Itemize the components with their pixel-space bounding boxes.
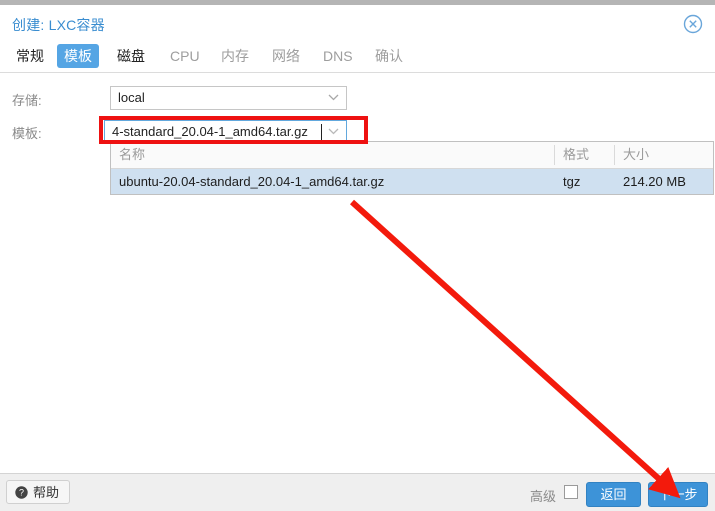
tab-general[interactable]: 常规 — [9, 44, 51, 68]
template-label: 模板: — [12, 126, 42, 141]
template-value: 4-standard_20.04-1_amd64.tar.gz — [112, 124, 308, 139]
tab-network[interactable]: 网络 — [265, 44, 307, 68]
chevron-down-icon[interactable] — [325, 121, 341, 143]
column-header-name[interactable]: 名称 — [111, 142, 554, 168]
dialog-title: 创建: LXC容器 — [12, 17, 105, 33]
tab-disk[interactable]: 磁盘 — [110, 44, 152, 68]
help-button-label: 帮助 — [33, 485, 60, 500]
storage-value: local — [118, 90, 145, 105]
advanced-checkbox[interactable] — [564, 485, 578, 499]
dropdown-row-template[interactable]: ubuntu-20.04-standard_20.04-1_amd64.tar.… — [111, 169, 713, 194]
tab-template[interactable]: 模板 — [57, 44, 99, 68]
dialog-body: 存储: local 模板: 4-standard_20.04-1_amd64.t… — [0, 73, 715, 473]
next-button[interactable]: 下一步 — [648, 482, 708, 507]
chevron-down-icon[interactable] — [325, 87, 341, 109]
svg-text:?: ? — [19, 488, 24, 498]
back-button[interactable]: 返回 — [586, 482, 641, 507]
cell-size: 214.20 MB — [623, 174, 686, 189]
tab-dns[interactable]: DNS — [316, 44, 360, 68]
tab-confirm[interactable]: 确认 — [368, 44, 410, 68]
tab-cpu[interactable]: CPU — [163, 44, 207, 68]
advanced-label: 高级 — [530, 489, 557, 504]
dropdown-header-row: 名称 格式 大小 — [111, 142, 713, 169]
tab-memory[interactable]: 内存 — [214, 44, 256, 68]
tab-bar: 常规 模板 磁盘 CPU 内存 网络 DNS 确认 — [0, 40, 715, 73]
storage-label: 存储: — [12, 93, 42, 108]
help-button[interactable]: ? 帮助 — [6, 480, 71, 507]
create-lxc-dialog: 创建: LXC容器 常规 模板 磁盘 CPU 内存 网络 DNS 确认 存储: … — [0, 0, 715, 511]
column-header-size[interactable]: 大小 — [615, 142, 713, 168]
storage-select[interactable]: local — [110, 86, 347, 110]
close-icon[interactable] — [683, 14, 703, 34]
text-caret — [321, 124, 322, 140]
column-header-format[interactable]: 格式 — [555, 142, 614, 168]
cell-name: ubuntu-20.04-standard_20.04-1_amd64.tar.… — [119, 174, 385, 189]
cell-format: tgz — [563, 174, 581, 189]
question-circle-icon: ? — [15, 483, 28, 507]
template-dropdown-panel[interactable]: 名称 格式 大小 ubuntu-20.04-standard_20.04-1_a… — [110, 141, 714, 195]
dialog-titlebar: 创建: LXC容器 — [0, 5, 715, 40]
